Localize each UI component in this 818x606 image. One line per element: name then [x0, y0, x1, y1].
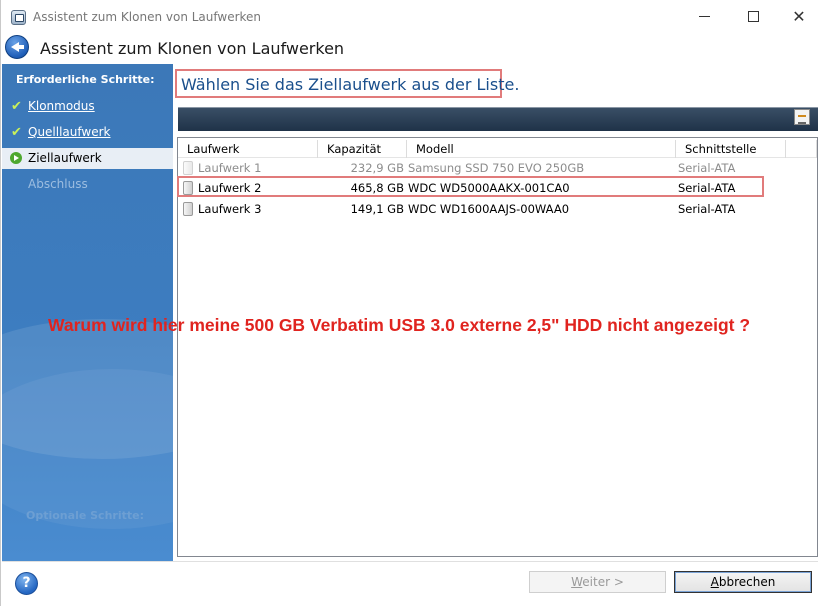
- instruction-highlight-box: Wählen Sie das Ziellaufwerk aus der List…: [175, 69, 519, 98]
- sidebar-decoration: [2, 369, 173, 529]
- close-icon: ✕: [792, 7, 806, 26]
- minimize-button[interactable]: [681, 4, 727, 30]
- back-button[interactable]: [5, 35, 29, 59]
- column-settings-icon[interactable]: [794, 109, 810, 125]
- title-bar: Assistent zum Klonen von Laufwerken ✕: [1, 0, 818, 34]
- list-toolbar: [178, 103, 818, 131]
- wizard-steps-sidebar: Erforderliche Schritte: ✔ Klonmodus ✔ Qu…: [2, 64, 173, 561]
- instruction-text: Wählen Sie das Ziellaufwerk aus der List…: [181, 75, 520, 94]
- help-icon: ?: [22, 575, 31, 591]
- step-abschluss: Abschluss: [2, 174, 173, 195]
- optional-steps-heading: Optionale Schritte:: [26, 509, 144, 522]
- drive-model: Samsung SSD 750 EVO 250GB: [408, 161, 585, 175]
- step-label: Abschluss: [28, 177, 88, 191]
- help-button[interactable]: ?: [15, 572, 38, 595]
- close-button[interactable]: ✕: [776, 4, 818, 30]
- step-klonmodus[interactable]: ✔ Klonmodus: [2, 96, 173, 117]
- drive-list: Laufwerk Kapazität Modell Schnittstelle …: [177, 137, 818, 557]
- column-header-laufwerk[interactable]: Laufwerk: [178, 140, 318, 158]
- drive-name: Laufwerk 3: [198, 202, 262, 216]
- current-step-arrow-icon: [10, 152, 22, 164]
- footer-divider: [2, 561, 818, 562]
- checkmark-icon: ✔: [11, 125, 22, 140]
- next-accelerator: W: [571, 575, 583, 589]
- next-button[interactable]: Weiter >: [529, 571, 666, 593]
- minimize-icon: [698, 16, 710, 17]
- checkmark-icon: ✔: [11, 99, 22, 114]
- table-row[interactable]: Laufwerk 3 149,1 GB WDC WD1600AAJS-00WAA…: [178, 199, 817, 219]
- cancel-button[interactable]: Abbrechen: [674, 571, 812, 593]
- step-quelllaufwerk[interactable]: ✔ Quelllaufwerk: [2, 122, 173, 143]
- column-header-empty: [786, 140, 817, 158]
- cancel-label: bbrechen: [718, 575, 776, 589]
- cancel-accelerator: A: [710, 575, 719, 589]
- step-label: Quelllaufwerk: [28, 125, 111, 139]
- app-icon: [11, 10, 26, 25]
- drive-interface: Serial-ATA: [678, 161, 736, 175]
- window-title: Assistent zum Klonen von Laufwerken: [33, 10, 262, 24]
- selected-row-highlight-box: [177, 176, 764, 197]
- hard-disk-icon: [183, 161, 193, 175]
- required-steps-heading: Erforderliche Schritte:: [16, 73, 155, 86]
- annotation-text: Warum wird hier meine 500 GB Verbatim US…: [48, 315, 751, 335]
- hard-disk-icon: [183, 202, 193, 216]
- table-row: Laufwerk 1 232,9 GB Samsung SSD 750 EVO …: [178, 158, 817, 178]
- drive-capacity: 232,9 GB: [350, 161, 404, 175]
- drive-interface: Serial-ATA: [678, 202, 736, 216]
- drive-name: Laufwerk 1: [198, 161, 262, 175]
- page-title: Assistent zum Klonen von Laufwerken: [40, 39, 345, 58]
- drive-list-header: Laufwerk Kapazität Modell Schnittstelle: [178, 140, 817, 158]
- step-label: Klonmodus: [28, 99, 95, 113]
- drive-model: WDC WD1600AAJS-00WAA0: [408, 202, 570, 216]
- maximize-icon: [747, 11, 759, 22]
- next-label: eiter >: [582, 575, 624, 589]
- step-label: Ziellaufwerk: [28, 151, 102, 165]
- maximize-button[interactable]: [730, 4, 776, 30]
- clone-wizard-window: Assistent zum Klonen von Laufwerken ✕ As…: [0, 0, 818, 606]
- step-ziellaufwerk[interactable]: Ziellaufwerk: [2, 148, 173, 169]
- drive-capacity: 149,1 GB: [350, 202, 404, 216]
- column-header-schnittstelle[interactable]: Schnittstelle: [676, 140, 786, 158]
- column-header-modell[interactable]: Modell: [407, 140, 676, 158]
- column-header-kapazitaet[interactable]: Kapazität: [318, 140, 407, 158]
